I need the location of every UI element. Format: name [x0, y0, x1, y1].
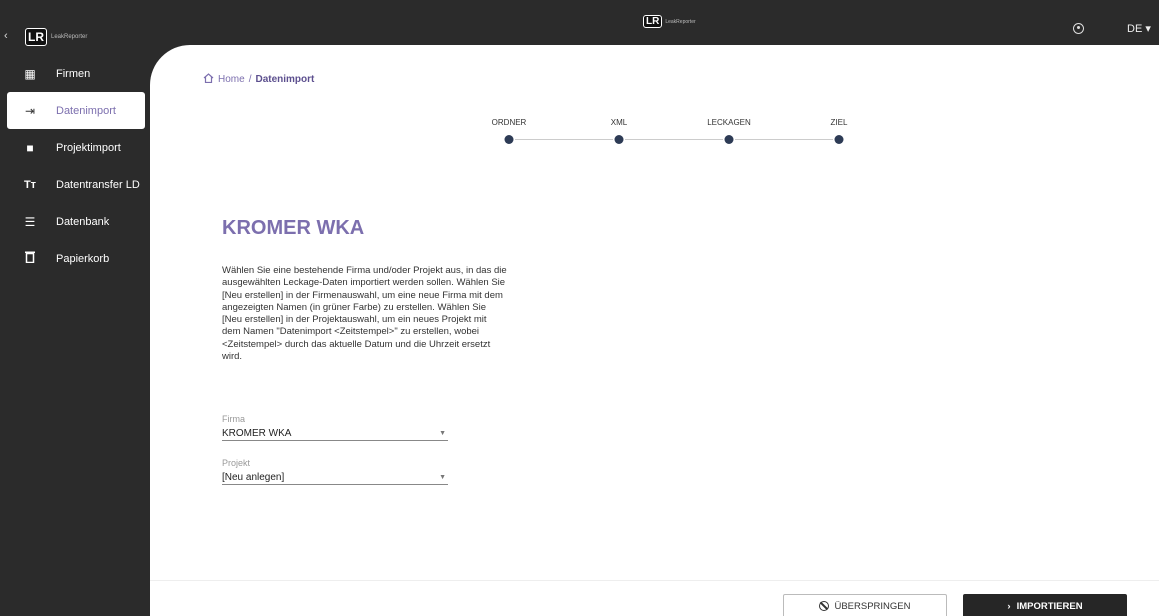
step-connector [515, 139, 613, 140]
logo-text-center: LeakReporter [665, 18, 696, 25]
building-icon: ▦ [24, 66, 36, 81]
main-content: Home / Datenimport ORDNER XML LECKAGEN Z… [150, 45, 1159, 616]
app-logo[interactable]: LR LeakReporter [25, 28, 87, 46]
breadcrumb: Home / Datenimport [203, 73, 314, 86]
projekt-select[interactable]: Projekt [Neu anlegen] ▼ [222, 458, 448, 485]
language-selector[interactable]: DE ▾ [1127, 22, 1151, 35]
sidebar-item-label: Datenimport [56, 104, 116, 117]
sidebar-item-label: Firmen [56, 67, 91, 80]
step-label-ziel: ZIEL [830, 118, 848, 127]
firma-label: Firma [222, 414, 245, 424]
step-dot-xml [614, 135, 624, 144]
firma-selected-value: KROMER WKA [222, 427, 292, 439]
logo-mark: LR [25, 28, 47, 46]
trash-icon [23, 251, 37, 266]
center-logo: LR LeakReporter [643, 15, 696, 28]
firma-select[interactable]: Firma KROMER WKA ▼ [222, 414, 448, 441]
collapse-sidebar-icon[interactable]: ‹ [4, 30, 8, 42]
chevron-down-icon[interactable]: ▼ [439, 474, 448, 481]
briefcase-icon: ■ [26, 140, 34, 155]
breadcrumb-home[interactable]: Home [218, 74, 245, 85]
logo-mark-center: LR [643, 15, 663, 28]
step-label-xml: XML [610, 118, 628, 127]
step-dot-leckagen [724, 135, 734, 144]
step-label-leckagen: LECKAGEN [707, 118, 751, 127]
sidebar-item-datenbank[interactable]: ☰ Datenbank [0, 203, 150, 240]
account-icon[interactable] [1073, 23, 1084, 34]
import-icon: ⇥ [24, 103, 36, 118]
sidebar-item-label: Datenbank [56, 215, 110, 228]
skip-button[interactable]: ÜBERSPRINGEN [783, 594, 947, 616]
breadcrumb-separator: / [248, 74, 252, 85]
description-text: Wählen Sie eine bestehende Firma und/ode… [222, 265, 507, 363]
sidebar-item-datentransfer[interactable]: Tт Datentransfer LD [0, 166, 150, 203]
step-connector [625, 139, 723, 140]
step-dot-ziel [834, 135, 844, 144]
sidebar: ▦ Firmen ⇥ Datenimport ■ Projektimport T… [0, 55, 150, 277]
chevron-right-icon: › [1007, 600, 1011, 612]
breadcrumb-current: Datenimport [255, 74, 315, 85]
firma-value[interactable]: KROMER WKA ▼ [222, 426, 448, 441]
import-stepper: ORDNER XML LECKAGEN ZIEL [480, 118, 880, 148]
sidebar-item-firmen[interactable]: ▦ Firmen [0, 55, 150, 92]
logo-text: LeakReporter [51, 34, 88, 40]
block-icon [819, 601, 830, 611]
home-icon[interactable] [203, 73, 214, 86]
step-dot-ordner [504, 135, 514, 144]
import-button-label: IMPORTIEREN [1016, 600, 1083, 612]
sidebar-item-papierkorb[interactable]: Papierkorb [0, 240, 150, 277]
page-title: KROMER WKA [222, 217, 365, 239]
step-label-ordner: ORDNER [491, 118, 527, 127]
sidebar-item-projektimport[interactable]: ■ Projektimport [0, 129, 150, 166]
projekt-label: Projekt [222, 458, 251, 468]
skip-button-label: ÜBERSPRINGEN [834, 600, 911, 612]
projekt-value[interactable]: [Neu anlegen] ▼ [222, 470, 448, 485]
text-size-icon: Tт [23, 178, 37, 191]
list-icon: ☰ [24, 214, 36, 229]
sidebar-item-datenimport[interactable]: ⇥ Datenimport [7, 92, 145, 129]
sidebar-item-label: Papierkorb [56, 252, 110, 265]
sidebar-item-label: Projektimport [56, 141, 121, 154]
top-bar: ‹ LR LeakReporter LR LeakReporter DE ▾ [0, 0, 1159, 48]
sidebar-item-label: Datentransfer LD [56, 178, 140, 191]
projekt-selected-value: [Neu anlegen] [222, 471, 285, 483]
step-connector [735, 139, 833, 140]
action-footer: ÜBERSPRINGEN › IMPORTIEREN [150, 580, 1159, 616]
import-button[interactable]: › IMPORTIEREN [963, 594, 1127, 616]
chevron-down-icon[interactable]: ▼ [439, 430, 448, 437]
